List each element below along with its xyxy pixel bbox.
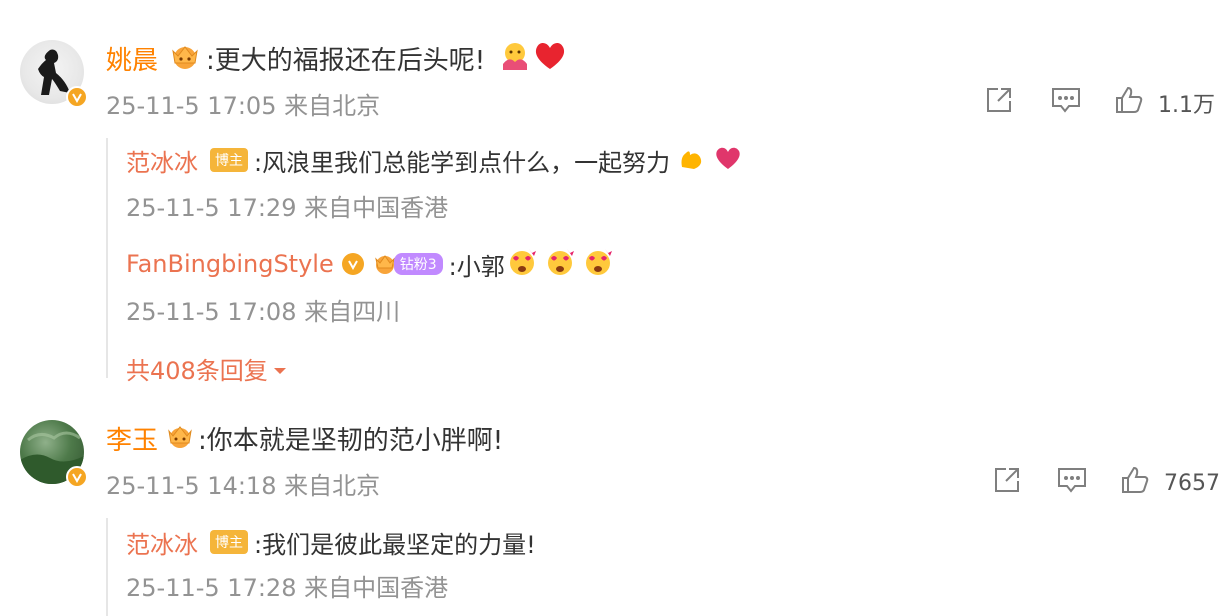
heart-eyes-emoji-icon [543,246,577,282]
verified-badge-icon [66,466,88,488]
more-replies-link[interactable]: 共408条回复 [126,351,288,386]
reply-text: :我们是彼此最坚定的力量! [254,530,536,559]
fan-level-badge: 钻粉3 [374,252,443,276]
comment-text: :更大的福报还在后头呢! [206,45,486,76]
hugging-emoji-icon [499,40,531,76]
comment-button[interactable] [1050,86,1082,120]
comment-username[interactable]: 姚晨 [106,40,158,77]
comment-text: :你本就是坚韧的范小胖啊! [198,425,504,456]
crown-badge-icon [168,41,202,75]
blogger-tag: 博主 [210,148,248,172]
reply-divider-line [106,518,108,616]
reply-username[interactable]: FanBingbingStyle [126,250,334,278]
share-button[interactable] [992,466,1024,500]
reply-text: :小郭 [448,252,505,281]
like-icon [1114,85,1144,121]
reply-divider-line [106,138,108,378]
reply-meta: 25-11-5 17:08 来自四川 [126,297,401,326]
blogger-tag: 博主 [210,530,248,554]
reply-meta: 25-11-5 17:28 来自中国香港 [126,573,449,602]
like-count: 7657 [1164,470,1220,496]
share-button[interactable] [984,86,1016,120]
comment-icon [1050,85,1082,121]
avatar[interactable] [20,420,88,488]
comment-meta: 25-11-5 14:18 来自北京 [106,471,381,500]
avatar[interactable] [20,40,88,108]
like-icon [1120,465,1150,501]
comment-button[interactable] [1056,466,1088,500]
reply-text: :风浪里我们总能学到点什么，一起努力 [254,148,671,177]
share-icon [984,85,1016,121]
pink-heart-icon [714,145,742,175]
crown-badge-icon [166,421,194,455]
flexed-biceps-icon [676,143,706,177]
like-button[interactable]: 7657 [1120,466,1220,500]
heart-eyes-emoji-icon [581,246,615,282]
comment-meta: 25-11-5 17:05 来自北京 [106,91,381,120]
reply-username[interactable]: 范冰冰 [126,143,198,178]
verified-badge-icon [341,253,364,275]
share-icon [992,465,1024,501]
comment-username[interactable]: 李玉 [106,420,158,457]
like-button[interactable]: 1.1万 [1114,86,1215,120]
heart-eyes-emoji-icon [505,246,539,282]
verified-badge-icon [66,86,88,108]
caret-down-icon [272,354,288,382]
reply-meta: 25-11-5 17:29 来自中国香港 [126,193,449,222]
reply-username[interactable]: 范冰冰 [126,525,198,560]
like-count: 1.1万 [1158,93,1215,118]
red-heart-icon [533,40,567,76]
comment-icon [1056,465,1088,501]
